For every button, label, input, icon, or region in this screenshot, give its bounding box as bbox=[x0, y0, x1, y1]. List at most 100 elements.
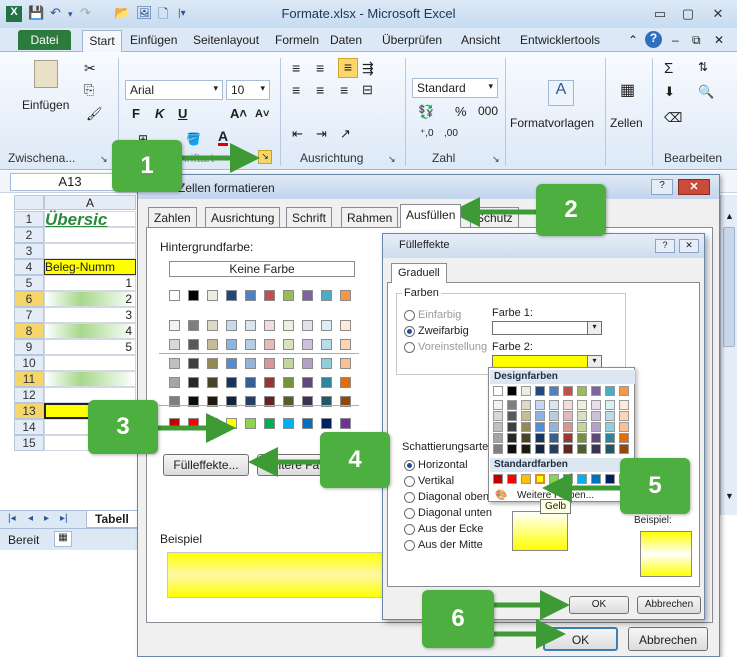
tab-formeln[interactable]: Formeln bbox=[275, 33, 319, 47]
design-swatch[interactable] bbox=[507, 400, 517, 410]
palette-swatch[interactable] bbox=[207, 339, 218, 350]
wrap-text-icon[interactable]: ⇶ bbox=[362, 60, 374, 77]
font-color-icon[interactable]: A bbox=[218, 129, 229, 146]
design-swatch[interactable] bbox=[493, 400, 503, 410]
tab-ueberpruefen[interactable]: Überprüfen bbox=[382, 33, 442, 47]
standard-swatch[interactable] bbox=[302, 418, 313, 429]
row-header[interactable]: 12 bbox=[14, 387, 44, 403]
tab-ausrichtung[interactable]: Ausrichtung bbox=[205, 207, 281, 227]
design-swatch[interactable] bbox=[577, 411, 587, 421]
sheet-nav-last-icon[interactable]: ▸| bbox=[60, 513, 68, 524]
row-header[interactable]: 10 bbox=[14, 355, 44, 371]
row-header[interactable]: 1 bbox=[14, 211, 44, 227]
design-swatch[interactable] bbox=[521, 386, 531, 396]
design-swatch[interactable] bbox=[493, 444, 503, 454]
tab-ausfuellen[interactable]: Ausfüllen bbox=[400, 204, 462, 228]
font-name-combo[interactable]: Arial ▾ bbox=[125, 80, 223, 100]
design-swatch[interactable] bbox=[591, 433, 601, 443]
align-middle-icon[interactable]: ≡ bbox=[316, 60, 324, 76]
increase-decimal-icon[interactable]: ⁺,0 bbox=[420, 128, 434, 139]
palette-swatch[interactable] bbox=[226, 320, 237, 331]
palette-swatch[interactable] bbox=[340, 377, 351, 388]
palette-swatch[interactable] bbox=[207, 377, 218, 388]
standard-color-swatch[interactable] bbox=[563, 474, 573, 484]
palette-swatch[interactable] bbox=[207, 290, 218, 301]
fill-cancel-button[interactable]: Abbrechen bbox=[637, 596, 701, 614]
tab-datei[interactable]: Datei bbox=[18, 30, 71, 50]
bold-icon[interactable]: F bbox=[132, 106, 140, 121]
palette-swatch[interactable] bbox=[245, 339, 256, 350]
design-swatch[interactable] bbox=[493, 422, 503, 432]
palette-swatch[interactable] bbox=[340, 358, 351, 369]
cell-a10[interactable] bbox=[44, 355, 136, 371]
palette-swatch[interactable] bbox=[188, 358, 199, 369]
design-swatch[interactable] bbox=[577, 400, 587, 410]
styles-icon[interactable]: A bbox=[548, 80, 574, 106]
palette-swatch[interactable] bbox=[321, 377, 332, 388]
design-swatch[interactable] bbox=[577, 386, 587, 396]
palette-swatch[interactable] bbox=[302, 290, 313, 301]
styles-button[interactable]: Formatvorlagen bbox=[510, 116, 594, 130]
palette-swatch[interactable] bbox=[321, 339, 332, 350]
palette-swatch[interactable] bbox=[340, 320, 351, 331]
palette-swatch[interactable] bbox=[169, 339, 180, 350]
grow-font-icon[interactable]: A˄ bbox=[230, 106, 247, 121]
clear-icon[interactable]: ⌫ bbox=[664, 110, 682, 126]
row-header[interactable]: 4 bbox=[14, 259, 44, 275]
palette-swatch[interactable] bbox=[302, 320, 313, 331]
design-swatch[interactable] bbox=[591, 444, 601, 454]
standard-swatch[interactable] bbox=[340, 418, 351, 429]
radio-horizontal[interactable]: Horizontal bbox=[404, 459, 468, 471]
palette-swatch[interactable] bbox=[169, 290, 180, 301]
palette-swatch[interactable] bbox=[264, 339, 275, 350]
design-swatch[interactable] bbox=[521, 422, 531, 432]
color1-dropdown[interactable]: ▾ bbox=[492, 321, 602, 335]
tab-einfuegen[interactable]: Einfügen bbox=[130, 33, 177, 47]
shrink-font-icon[interactable]: A˅ bbox=[255, 108, 269, 120]
workbook-close-icon[interactable]: ✕ bbox=[714, 33, 724, 47]
palette-swatch[interactable] bbox=[283, 290, 294, 301]
design-swatch[interactable] bbox=[521, 400, 531, 410]
radio-voreinstellung[interactable]: Voreinstellung bbox=[404, 341, 487, 353]
row-header[interactable]: 9 bbox=[14, 339, 44, 355]
minimize-icon[interactable]: ▭ bbox=[648, 6, 672, 22]
standard-color-swatch[interactable] bbox=[507, 474, 517, 484]
alignment-launcher-icon[interactable]: ↘ bbox=[388, 154, 396, 165]
design-swatch[interactable] bbox=[591, 422, 601, 432]
palette-swatch[interactable] bbox=[283, 377, 294, 388]
design-swatch[interactable] bbox=[577, 422, 587, 432]
find-icon[interactable]: 🔍 bbox=[698, 84, 714, 100]
design-swatch[interactable] bbox=[521, 444, 531, 454]
standard-swatch[interactable] bbox=[207, 418, 218, 429]
design-swatch[interactable] bbox=[563, 386, 573, 396]
palette-swatch[interactable] bbox=[264, 290, 275, 301]
paste-icon[interactable] bbox=[34, 60, 58, 88]
design-swatch[interactable] bbox=[605, 411, 615, 421]
design-swatch[interactable] bbox=[507, 422, 517, 432]
maximize-icon[interactable]: ▢ bbox=[676, 6, 700, 22]
tab-start[interactable]: Start bbox=[82, 30, 122, 52]
format-cancel-button[interactable]: Abbrechen bbox=[628, 627, 708, 651]
standard-color-swatch[interactable] bbox=[521, 474, 531, 484]
design-swatch[interactable] bbox=[619, 400, 629, 410]
palette-swatch[interactable] bbox=[207, 358, 218, 369]
workbook-restore-icon[interactable]: ⧉ bbox=[692, 33, 701, 48]
design-swatch[interactable] bbox=[507, 433, 517, 443]
palette-swatch[interactable] bbox=[283, 339, 294, 350]
design-swatch[interactable] bbox=[619, 422, 629, 432]
row-header[interactable]: 3 bbox=[14, 243, 44, 259]
palette-swatch[interactable] bbox=[245, 290, 256, 301]
workbook-minimize-icon[interactable]: – bbox=[672, 33, 679, 47]
standard-swatch[interactable] bbox=[188, 418, 199, 429]
font-dialog-launcher-icon[interactable]: ↘ bbox=[258, 150, 272, 164]
palette-swatch[interactable] bbox=[245, 320, 256, 331]
palette-swatch[interactable] bbox=[321, 290, 332, 301]
standard-color-swatch[interactable] bbox=[549, 474, 559, 484]
standard-swatch[interactable] bbox=[169, 418, 180, 429]
tab-daten[interactable]: Daten bbox=[330, 33, 362, 47]
cell-a6[interactable]: 2 bbox=[44, 291, 136, 307]
standard-color-swatch[interactable] bbox=[605, 474, 615, 484]
palette-swatch[interactable] bbox=[321, 358, 332, 369]
design-swatch[interactable] bbox=[493, 433, 503, 443]
align-top-icon[interactable]: ≡ bbox=[292, 60, 300, 76]
